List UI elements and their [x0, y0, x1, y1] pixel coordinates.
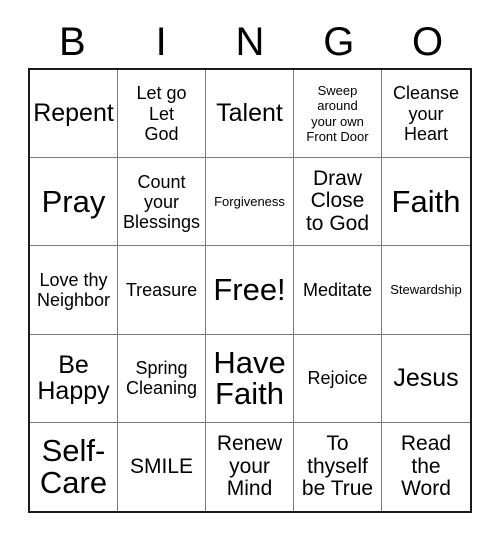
- bingo-cell-label: Treasure: [125, 279, 198, 300]
- bingo-cell-label: Draw Close to God: [305, 166, 370, 236]
- bingo-cell-label: Stewardship: [390, 282, 462, 298]
- bingo-cell-n2[interactable]: Forgiveness: [206, 158, 294, 247]
- bingo-cell-i1[interactable]: Let go Let God: [118, 70, 206, 159]
- bingo-cell-o3[interactable]: Stewardship: [382, 246, 470, 335]
- bingo-cell-label: Meditate: [302, 279, 373, 300]
- bingo-grid: Repent Let go Let God Talent Sweep aroun…: [28, 68, 472, 513]
- bingo-cell-n5[interactable]: Renew your Mind: [206, 422, 294, 511]
- bingo-cell-label: Be Happy: [37, 350, 110, 406]
- bingo-cell-label: Rejoice: [307, 368, 368, 389]
- bingo-cell-g3[interactable]: Meditate: [294, 246, 382, 335]
- bingo-cell-o2[interactable]: Faith: [382, 158, 470, 247]
- bingo-cell-b1[interactable]: Repent: [30, 70, 118, 159]
- bingo-cell-label: Renew your Mind: [216, 431, 283, 501]
- bingo-cell-label: Jesus: [393, 364, 459, 393]
- bingo-cell-label: Sweep around your own Front Door: [306, 82, 369, 144]
- bingo-cell-label: Repent: [33, 99, 114, 128]
- bingo-cell-i4[interactable]: Spring Cleaning: [118, 334, 206, 423]
- bingo-cell-label: Talent: [216, 99, 283, 128]
- bingo-cell-i5[interactable]: SMILE: [118, 422, 206, 511]
- bingo-cell-g5[interactable]: To thyself be True: [294, 422, 382, 511]
- bingo-card: B I N G O Repent Let go Let God Talent S…: [0, 0, 500, 544]
- bingo-cell-o5[interactable]: Read the Word: [382, 422, 470, 511]
- bingo-cell-label: Read the Word: [400, 431, 452, 501]
- bingo-cell-i2[interactable]: Count your Blessings: [118, 158, 206, 247]
- bingo-cell-g2[interactable]: Draw Close to God: [294, 158, 382, 247]
- header-letter-g: G: [323, 20, 355, 64]
- bingo-header: B I N G O: [28, 18, 472, 66]
- header-letter-b: B: [59, 20, 86, 64]
- bingo-cell-label: Faith: [391, 183, 461, 219]
- bingo-cell-label: Self- Care: [39, 433, 108, 500]
- bingo-cell-label: Have Faith: [213, 344, 286, 412]
- bingo-cell-g4[interactable]: Rejoice: [294, 334, 382, 423]
- bingo-cell-n1[interactable]: Talent: [206, 70, 294, 159]
- bingo-free-space-label: Free!: [213, 272, 286, 308]
- header-letter-i: I: [155, 20, 167, 64]
- bingo-cell-b4[interactable]: Be Happy: [30, 334, 118, 423]
- header-letter-o: O: [412, 20, 444, 64]
- bingo-cell-label: Spring Cleaning: [125, 358, 198, 399]
- header-letter-n: N: [235, 20, 265, 64]
- bingo-cell-b2[interactable]: Pray: [30, 158, 118, 247]
- bingo-cell-i3[interactable]: Treasure: [118, 246, 206, 335]
- bingo-cell-b3[interactable]: Love thy Neighbor: [30, 246, 118, 335]
- bingo-cell-label: Love thy Neighbor: [36, 269, 111, 310]
- bingo-cell-b5[interactable]: Self- Care: [30, 422, 118, 511]
- bingo-cell-label: Forgiveness: [214, 194, 285, 210]
- bingo-cell-label: Pray: [41, 183, 106, 219]
- bingo-cell-n4[interactable]: Have Faith: [206, 334, 294, 423]
- bingo-cell-free-space[interactable]: Free!: [206, 246, 294, 335]
- bingo-cell-o4[interactable]: Jesus: [382, 334, 470, 423]
- bingo-cell-g1[interactable]: Sweep around your own Front Door: [294, 70, 382, 159]
- bingo-cell-label: Cleanse your Heart: [392, 83, 460, 144]
- bingo-cell-label: SMILE: [129, 454, 194, 478]
- bingo-cell-label: Let go Let God: [136, 83, 187, 144]
- bingo-cell-label: To thyself be True: [301, 431, 374, 501]
- bingo-cell-o1[interactable]: Cleanse your Heart: [382, 70, 470, 159]
- bingo-cell-label: Count your Blessings: [122, 171, 201, 232]
